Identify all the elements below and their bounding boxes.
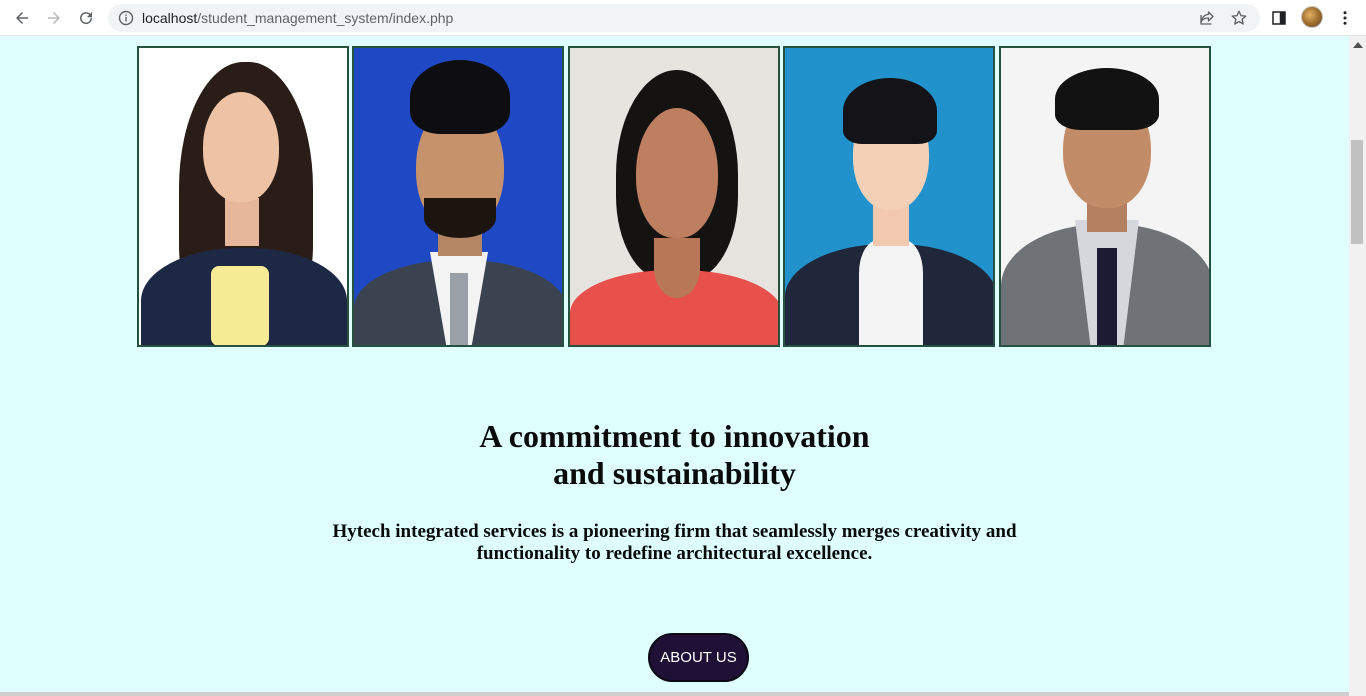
team-photo-4 bbox=[783, 46, 995, 347]
face-shape bbox=[636, 108, 718, 238]
hair-shape bbox=[1055, 68, 1159, 130]
neck-shape bbox=[654, 238, 700, 298]
team-photo-1 bbox=[137, 46, 349, 347]
page-viewport: A commitment to innovation and sustainab… bbox=[0, 36, 1349, 696]
team-photo-3 bbox=[568, 46, 780, 347]
side-panel-icon[interactable] bbox=[1268, 7, 1290, 29]
headline-line-1: A commitment to innovation bbox=[479, 418, 870, 454]
about-us-button[interactable]: ABOUT US bbox=[648, 633, 749, 682]
team-photo-2 bbox=[352, 46, 564, 347]
profile-avatar[interactable] bbox=[1301, 6, 1323, 28]
url-path: /student_management_system/index.php bbox=[197, 10, 454, 26]
forward-icon[interactable] bbox=[42, 6, 66, 30]
section-divider bbox=[0, 692, 1349, 696]
reload-icon[interactable] bbox=[74, 6, 98, 30]
url-text: localhost/student_management_system/inde… bbox=[142, 10, 453, 26]
beard-shape bbox=[424, 198, 496, 238]
scroll-up-arrow-icon[interactable] bbox=[1349, 38, 1366, 52]
page-headline: A commitment to innovation and sustainab… bbox=[0, 418, 1349, 492]
scrollbar-thumb[interactable] bbox=[1351, 140, 1363, 244]
info-icon[interactable] bbox=[118, 10, 134, 26]
hair-shape bbox=[843, 78, 937, 144]
share-icon[interactable] bbox=[1198, 9, 1216, 27]
blouse-shape bbox=[859, 240, 923, 345]
headline-line-2: and sustainability bbox=[553, 455, 796, 491]
back-icon[interactable] bbox=[10, 6, 34, 30]
team-photo-gallery bbox=[137, 46, 1212, 347]
url-host: localhost bbox=[142, 10, 198, 26]
tie-shape bbox=[1097, 248, 1117, 345]
team-photo-5 bbox=[999, 46, 1211, 347]
browser-toolbar: localhost/student_management_system/inde… bbox=[0, 0, 1366, 36]
address-bar[interactable]: localhost/student_management_system/inde… bbox=[108, 4, 1260, 32]
lead-line-1: Hytech integrated services is a pioneeri… bbox=[332, 521, 1017, 542]
face-shape bbox=[203, 92, 279, 202]
menu-dots-icon[interactable] bbox=[1334, 7, 1356, 29]
lead-line-2: functionality to redefine architectural … bbox=[476, 543, 873, 564]
lead-paragraph: Hytech integrated services is a pioneeri… bbox=[0, 521, 1349, 565]
hair-shape bbox=[410, 60, 510, 134]
neck-shape bbox=[225, 198, 259, 246]
page-scrollbar[interactable] bbox=[1349, 36, 1366, 696]
star-icon[interactable] bbox=[1230, 9, 1248, 27]
tie-shape bbox=[450, 273, 468, 345]
shirt-shape bbox=[211, 266, 269, 345]
